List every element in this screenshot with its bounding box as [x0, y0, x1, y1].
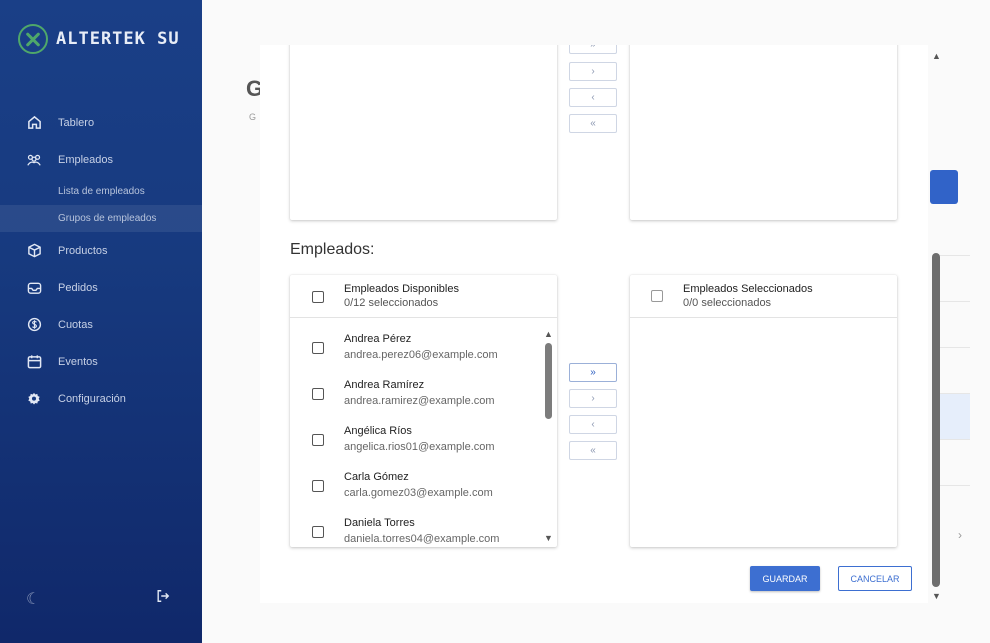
chevron-right-icon: ›: [958, 528, 962, 542]
sidebar-item-eventos[interactable]: Eventos: [0, 343, 202, 380]
sidebar-item-empleados[interactable]: Empleados: [0, 141, 202, 178]
scroll-up-icon[interactable]: ▲: [544, 329, 553, 339]
move-all-right-button[interactable]: »: [569, 363, 617, 382]
sidebar-nav: Tablero Empleados Lista de empleados Gru…: [0, 104, 202, 417]
save-button[interactable]: GUARDAR: [750, 566, 820, 591]
employee-email: andrea.ramirez@example.com: [344, 395, 495, 407]
employee-email: daniela.torres04@example.com: [344, 533, 500, 545]
selected-header: Empleados Seleccionados 0/0 seleccionado…: [630, 275, 897, 318]
sidebar-item-label: Pedidos: [58, 281, 98, 294]
available-count: 0/12 seleccionados: [344, 297, 439, 309]
dark-mode-icon[interactable]: ☾: [26, 589, 40, 609]
upper-selected-list: [630, 45, 897, 220]
move-right-button[interactable]: ›: [569, 389, 617, 408]
list-item[interactable]: Angélica Ríos angelica.rios01@example.co…: [290, 411, 557, 457]
employee-email: carla.gomez03@example.com: [344, 487, 493, 499]
sidebar-subitem-grupos-empleados[interactable]: Grupos de empleados: [0, 205, 202, 232]
sidebar-subitem-lista-empleados[interactable]: Lista de empleados: [0, 178, 202, 205]
selected-title: Empleados Seleccionados: [683, 283, 813, 295]
calendar-icon: [26, 354, 42, 370]
scroll-down-icon[interactable]: ▼: [544, 533, 553, 543]
edit-group-dialog: » › ‹ « Empleados: Empleados Disponibles…: [260, 45, 928, 603]
list-item[interactable]: Carla Gómez carla.gomez03@example.com: [290, 457, 557, 503]
list-item[interactable]: Daniela Torres daniela.torres04@example.…: [290, 503, 557, 545]
inbox-icon: [26, 280, 42, 296]
cube-icon: [26, 243, 42, 259]
sidebar-item-label: Eventos: [58, 355, 98, 368]
selected-count: 0/0 seleccionados: [683, 297, 772, 309]
employee-checkbox[interactable]: [312, 434, 324, 446]
coin-icon: [26, 317, 42, 333]
sidebar: ALTERTEK SU Tablero Empleados Lista de e…: [0, 0, 202, 643]
scroll-up-icon[interactable]: ▲: [932, 51, 941, 61]
table-row: [940, 256, 970, 302]
upper-available-list: [290, 45, 557, 220]
employee-name: Carla Gómez: [344, 471, 409, 483]
table-row: [940, 302, 970, 348]
move-all-left-button[interactable]: «: [569, 441, 617, 460]
employee-name: Angélica Ríos: [344, 425, 412, 437]
home-icon: [26, 115, 42, 131]
sidebar-item-label: Empleados: [58, 153, 114, 166]
selected-employees-panel: Empleados Seleccionados 0/0 seleccionado…: [630, 275, 897, 547]
logo-icon: [18, 24, 48, 54]
sidebar-item-label: Cuotas: [58, 318, 93, 331]
scroll-down-icon[interactable]: ▼: [932, 591, 941, 601]
select-all-selected-checkbox[interactable]: [651, 290, 663, 302]
brand-logo[interactable]: ALTERTEK SU: [18, 24, 180, 54]
brand-name: ALTERTEK SU: [56, 29, 180, 49]
upper-move-all-left-button[interactable]: «: [569, 114, 617, 133]
upper-move-left-button[interactable]: ‹: [569, 88, 617, 107]
sidebar-item-productos[interactable]: Productos: [0, 232, 202, 269]
upper-move-all-right-button[interactable]: »: [569, 45, 617, 54]
move-left-button[interactable]: ‹: [569, 415, 617, 434]
upper-move-right-button[interactable]: ›: [569, 62, 617, 81]
sidebar-item-label: Tablero: [58, 116, 95, 129]
employee-checkbox[interactable]: [312, 526, 324, 538]
employees-section-label: Empleados:: [290, 241, 375, 258]
sidebar-item-cuotas[interactable]: Cuotas: [0, 306, 202, 343]
employee-checkbox[interactable]: [312, 480, 324, 492]
available-title: Empleados Disponibles: [344, 283, 459, 295]
list-item[interactable]: Andrea Pérez andrea.perez06@example.com: [290, 319, 557, 365]
sidebar-item-label: Configuración: [58, 392, 126, 405]
sidebar-item-tablero[interactable]: Tablero: [0, 104, 202, 141]
sidebar-item-configuracion[interactable]: Configuración: [0, 380, 202, 417]
page-subtitle: G: [249, 112, 257, 122]
employee-name: Daniela Torres: [344, 517, 415, 529]
people-icon: [26, 152, 42, 168]
sidebar-item-pedidos[interactable]: Pedidos: [0, 269, 202, 306]
employee-email: angelica.rios01@example.com: [344, 441, 495, 453]
select-all-available-checkbox[interactable]: [312, 291, 324, 303]
available-list: Andrea Pérez andrea.perez06@example.com …: [290, 319, 557, 545]
available-employees-panel: Empleados Disponibles 0/12 seleccionados…: [290, 275, 557, 547]
gear-icon: [26, 391, 42, 407]
employee-name: Andrea Ramírez: [344, 379, 425, 391]
sidebar-item-label: Productos: [58, 244, 108, 257]
employee-checkbox[interactable]: [312, 342, 324, 354]
employee-checkbox[interactable]: [312, 388, 324, 400]
list-item[interactable]: Andrea Ramírez andrea.ramirez@example.co…: [290, 365, 557, 411]
scrollbar-thumb[interactable]: [932, 253, 940, 587]
cancel-button[interactable]: CANCELAR: [838, 566, 912, 591]
employee-name: Andrea Pérez: [344, 333, 412, 345]
dialog-scrollbar[interactable]: ▲ ▼: [929, 45, 943, 603]
available-list-scrollbar[interactable]: ▲ ▼: [544, 329, 553, 543]
background-table: [940, 210, 970, 486]
table-row: [940, 348, 970, 394]
logout-icon[interactable]: [156, 589, 170, 607]
table-row: [940, 394, 970, 440]
scrollbar-thumb[interactable]: [545, 343, 552, 419]
table-row: [940, 210, 970, 256]
employee-email: andrea.perez06@example.com: [344, 349, 498, 361]
table-row: [940, 440, 970, 486]
sidebar-footer: ☾: [0, 589, 202, 613]
available-header: Empleados Disponibles 0/12 seleccionados: [290, 275, 557, 318]
